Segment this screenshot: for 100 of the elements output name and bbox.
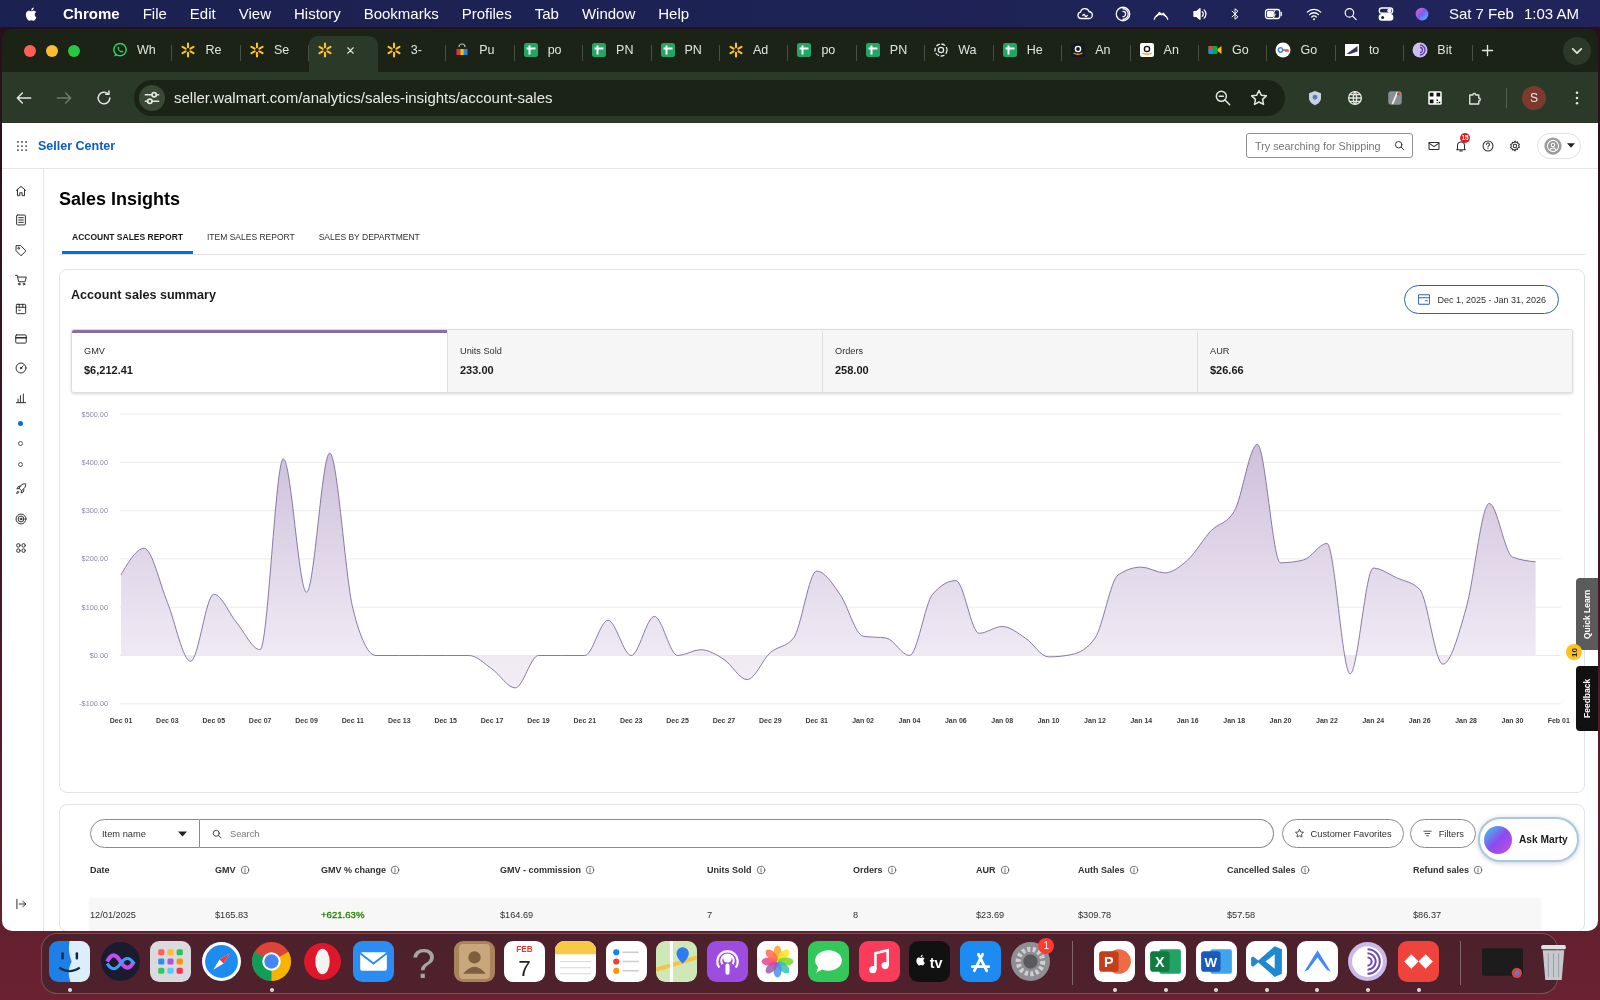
- browser-tab[interactable]: PN: [856, 36, 926, 72]
- profile-button[interactable]: S: [1522, 85, 1546, 110]
- menu-item[interactable]: Help: [658, 5, 690, 22]
- nav-dot-icon[interactable]: [18, 420, 23, 426]
- store-app-icon[interactable]: [959, 941, 1001, 982]
- shield-icon[interactable]: [1306, 88, 1324, 107]
- notes-app-icon[interactable]: [554, 941, 596, 982]
- flower-app-icon[interactable]: [757, 941, 799, 982]
- person-card-icon[interactable]: [453, 941, 495, 982]
- expand-sidebar-icon[interactable]: [13, 897, 28, 911]
- address-bar[interactable]: seller.walmart.com/analytics/sales-insights/account-sales: [134, 79, 1285, 116]
- report-tab[interactable]: SALES BY DEPARTMENT: [308, 223, 430, 254]
- quick-learn-tab[interactable]: Quick Learn: [1576, 578, 1598, 650]
- info-icon[interactable]: [390, 865, 400, 875]
- app-grid-icon[interactable]: [150, 941, 192, 982]
- tag-icon[interactable]: [13, 243, 28, 257]
- list-icon[interactable]: [13, 213, 28, 228]
- orb-app-icon[interactable]: [99, 941, 141, 982]
- qr-code-icon[interactable]: [1426, 88, 1444, 107]
- new-tab-icon[interactable]: [1479, 43, 1495, 58]
- search-field[interactable]: Try searching for Shipping: [1246, 133, 1413, 158]
- apps-icon[interactable]: [13, 541, 28, 556]
- browser-tab[interactable]: po: [788, 36, 857, 72]
- menu-item[interactable]: History: [293, 5, 341, 22]
- map-app-icon[interactable]: [656, 941, 698, 982]
- window-minimize-button[interactable]: [46, 44, 58, 57]
- menu-item[interactable]: Profiles: [461, 5, 512, 22]
- browser-tab[interactable]: Pu: [446, 36, 515, 72]
- tune-icon[interactable]: [139, 84, 165, 111]
- browser-tab[interactable]: to: [1335, 36, 1405, 72]
- menu-item[interactable]: Bookmarks: [363, 5, 439, 22]
- browser-tab[interactable]: Se: [240, 36, 310, 72]
- tab-list-button[interactable]: [1563, 36, 1591, 65]
- ask-marty-button[interactable]: Ask Marty: [1478, 817, 1579, 862]
- window-close-button[interactable]: [24, 44, 36, 57]
- compass-app-icon[interactable]: [200, 941, 242, 982]
- menu-item[interactable]: Window: [581, 5, 636, 22]
- browser-tab[interactable]: Re: [172, 36, 241, 72]
- info-icon[interactable]: [1473, 865, 1484, 875]
- bell-icon[interactable]: [1454, 138, 1468, 153]
- browser-tab[interactable]: An: [1130, 36, 1199, 72]
- favorites-button[interactable]: Customer Favorites: [1281, 819, 1404, 848]
- question-mark-icon[interactable]: ?: [403, 941, 445, 982]
- info-icon[interactable]: [585, 865, 595, 875]
- item-filter-dropdown[interactable]: Item name: [90, 819, 200, 848]
- menu-item[interactable]: File: [142, 5, 167, 22]
- swirl-icon[interactable]: [1113, 4, 1132, 23]
- checklist-app-icon[interactable]: [605, 941, 647, 982]
- globe-icon[interactable]: [1346, 88, 1364, 107]
- browser-tab[interactable]: Ad: [719, 36, 789, 72]
- target-icon[interactable]: [13, 511, 28, 526]
- spreadsheet-app-icon[interactable]: X: [1145, 941, 1187, 982]
- browser-tab[interactable]: Wa: [925, 36, 994, 72]
- mountain-app-icon[interactable]: [1296, 941, 1338, 982]
- info-icon[interactable]: [239, 865, 250, 875]
- metric-tile[interactable]: Units Sold 233.00: [447, 330, 822, 392]
- menu-bar-date[interactable]: Sat 7 Feb: [1448, 5, 1514, 22]
- menu-bar-clock[interactable]: 1:03 AM: [1523, 5, 1579, 22]
- apps-grid-icon[interactable]: [15, 138, 29, 153]
- settings-icon[interactable]: [1508, 138, 1522, 153]
- info-icon[interactable]: [755, 865, 766, 875]
- window-zoom-button[interactable]: [68, 44, 80, 57]
- close-icon[interactable]: [345, 44, 357, 56]
- browser-tab[interactable]: PN: [651, 36, 720, 72]
- report-tab[interactable]: ITEM SALES REPORT: [197, 223, 305, 254]
- tricolor-circle-icon[interactable]: [251, 941, 293, 982]
- gauge-icon[interactable]: [13, 361, 28, 376]
- calendar-app-icon[interactable]: FEB 7: [504, 941, 546, 982]
- menu-item[interactable]: Edit: [189, 5, 216, 22]
- card-icon[interactable]: [13, 331, 28, 346]
- browser-tab[interactable]: Wh: [104, 36, 173, 72]
- info-icon[interactable]: [1128, 865, 1139, 875]
- report-tab[interactable]: ACCOUNT SALES REPORT: [62, 223, 193, 254]
- metric-tile[interactable]: AUR $26.66: [1197, 330, 1572, 392]
- info-icon[interactable]: [886, 865, 897, 875]
- face-app-icon[interactable]: [49, 941, 90, 982]
- speech-bubble-app-icon[interactable]: [807, 941, 849, 982]
- box-icon[interactable]: [13, 302, 28, 317]
- browser-tab[interactable]: Go: [1267, 36, 1336, 72]
- browser-tab[interactable]: 3-: [377, 36, 447, 72]
- menu-item[interactable]: Tab: [534, 5, 559, 22]
- slash-icon[interactable]: [1386, 88, 1404, 107]
- browser-tab[interactable]: Go: [1199, 36, 1268, 72]
- toggles-icon[interactable]: [1376, 4, 1395, 23]
- search-field[interactable]: Search: [200, 819, 1274, 848]
- brand-name[interactable]: Seller Center: [38, 138, 116, 153]
- swirl-app-icon[interactable]: [1347, 941, 1389, 982]
- diamonds-app-icon[interactable]: [1398, 941, 1440, 982]
- envelope-app-icon[interactable]: [352, 941, 394, 982]
- feedback-tab[interactable]: Feedback: [1576, 666, 1598, 731]
- code-editor-app-icon[interactable]: [1246, 941, 1288, 982]
- browser-tab[interactable]: po: [514, 36, 584, 72]
- bar-chart-icon[interactable]: [13, 390, 28, 405]
- star-icon[interactable]: [1249, 87, 1269, 108]
- document-app-icon[interactable]: W: [1195, 941, 1237, 982]
- broadcast-app-icon[interactable]: [706, 941, 748, 982]
- rocket-icon[interactable]: [13, 482, 28, 497]
- menu-item[interactable]: View: [238, 5, 271, 22]
- settings-app-icon[interactable]: [1010, 941, 1052, 982]
- cart-icon[interactable]: [13, 272, 28, 287]
